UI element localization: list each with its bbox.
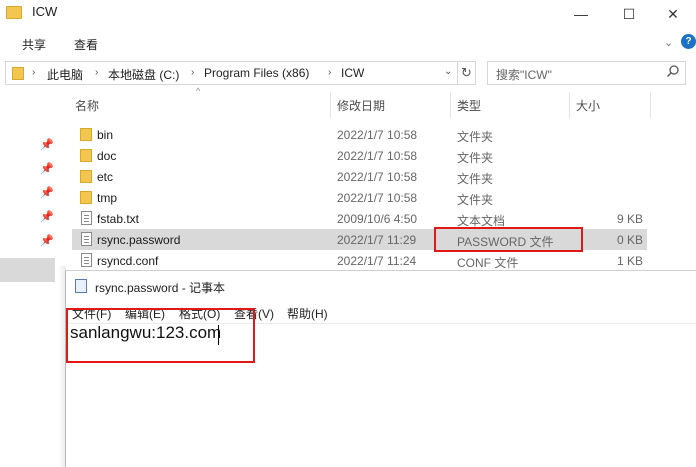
breadcrumb-local-disk[interactable]: 本地磁盘 (C:) bbox=[108, 66, 179, 83]
file-modified: 2022/1/7 10:58 bbox=[337, 149, 418, 163]
maximize-button[interactable]: ☐ bbox=[606, 0, 652, 28]
column-divider[interactable] bbox=[450, 92, 451, 118]
breadcrumb-program-files[interactable]: Program Files (x86) bbox=[204, 66, 309, 80]
file-icon bbox=[81, 232, 92, 246]
help-icon[interactable]: ? bbox=[681, 34, 696, 49]
file-row[interactable]: fstab.txt 2009/10/6 4:50 文本文档 9 KB bbox=[72, 208, 647, 229]
chevron-right-icon: › bbox=[32, 67, 36, 78]
file-name: tmp bbox=[97, 191, 118, 205]
column-header-modified[interactable]: 修改日期 bbox=[337, 97, 385, 114]
menu-help[interactable]: 帮助(H) bbox=[287, 305, 328, 322]
breadcrumb-icw[interactable]: ICW bbox=[341, 66, 364, 80]
highlight-box-type bbox=[434, 227, 583, 252]
pin-icon[interactable]: 📌 bbox=[40, 162, 54, 175]
ribbon-expand-icon[interactable]: ⌄ bbox=[664, 36, 673, 49]
refresh-icon[interactable]: ↻ bbox=[458, 61, 476, 85]
notepad-window bbox=[65, 270, 696, 467]
file-modified: 2022/1/7 10:58 bbox=[337, 170, 418, 184]
folder-icon bbox=[80, 149, 92, 162]
address-dropdown-icon[interactable]: ⌄ bbox=[444, 66, 452, 77]
column-header-name[interactable]: 名称 bbox=[75, 97, 99, 114]
folder-icon bbox=[12, 67, 24, 80]
file-type: 文件夹 bbox=[457, 172, 494, 186]
file-size: 9 KB bbox=[617, 212, 644, 226]
sort-ascending-icon: ^ bbox=[196, 86, 201, 96]
file-row[interactable]: bin 2022/1/7 10:58 文件夹 bbox=[72, 124, 647, 145]
file-modified: 2022/1/7 11:24 bbox=[337, 254, 417, 268]
breadcrumb-this-pc[interactable]: 此电脑 bbox=[47, 66, 83, 83]
file-row[interactable]: rsyncd.conf 2022/1/7 11:24 CONF 文件 1 KB bbox=[72, 250, 647, 271]
notepad-title: rsync.password - 记事本 bbox=[95, 281, 226, 295]
ribbon-tab-view[interactable]: 查看 bbox=[68, 34, 104, 55]
folder-icon bbox=[80, 191, 92, 204]
file-modified: 2022/1/7 10:58 bbox=[337, 128, 418, 142]
chevron-right-icon: › bbox=[191, 67, 195, 78]
pin-icon[interactable]: 📌 bbox=[40, 138, 54, 151]
close-button[interactable]: ✕ bbox=[650, 0, 696, 28]
file-modified: 2022/1/7 10:58 bbox=[337, 191, 418, 205]
highlight-box-content bbox=[66, 308, 255, 363]
window-title: ICW bbox=[32, 4, 58, 19]
pin-icon[interactable]: 📌 bbox=[40, 210, 54, 223]
file-name: fstab.txt bbox=[97, 212, 140, 226]
file-name: bin bbox=[97, 128, 114, 142]
pin-icon[interactable]: 📌 bbox=[40, 186, 54, 199]
chevron-right-icon: › bbox=[328, 67, 332, 78]
column-header-size[interactable]: 大小 bbox=[576, 97, 600, 114]
folder-icon bbox=[80, 128, 92, 141]
text-file-icon bbox=[81, 211, 92, 225]
search-input[interactable]: 搜索"ICW" bbox=[496, 66, 552, 83]
file-name: rsyncd.conf bbox=[97, 254, 159, 268]
minimize-button[interactable]: — bbox=[558, 0, 604, 28]
ribbon-tab-share[interactable]: 共享 bbox=[16, 34, 52, 55]
column-divider[interactable] bbox=[330, 92, 331, 118]
file-modified: 2022/1/7 11:29 bbox=[337, 233, 417, 247]
file-modified: 2009/10/6 4:50 bbox=[337, 212, 418, 226]
column-divider[interactable] bbox=[650, 92, 651, 118]
file-type: 文件夹 bbox=[457, 193, 494, 207]
file-size: 1 KB bbox=[617, 254, 644, 268]
file-row[interactable]: doc 2022/1/7 10:58 文件夹 bbox=[72, 145, 647, 166]
notepad-icon bbox=[75, 279, 87, 293]
file-row[interactable]: etc 2022/1/7 10:58 文件夹 bbox=[72, 166, 647, 187]
folder-icon bbox=[6, 6, 22, 19]
folder-icon bbox=[80, 170, 92, 183]
file-size: 0 KB bbox=[617, 233, 644, 247]
file-icon bbox=[81, 253, 92, 267]
file-name: doc bbox=[97, 149, 117, 163]
column-header-type[interactable]: 类型 bbox=[457, 97, 481, 114]
file-name: etc bbox=[97, 170, 114, 184]
search-icon[interactable] bbox=[666, 64, 680, 78]
file-name: rsync.password bbox=[97, 233, 181, 247]
column-divider[interactable] bbox=[569, 92, 570, 118]
file-row[interactable]: tmp 2022/1/7 10:58 文件夹 bbox=[72, 187, 647, 208]
file-type: CONF 文件 bbox=[457, 256, 519, 270]
nav-pane-selected-item[interactable] bbox=[0, 258, 55, 282]
file-type: 文件夹 bbox=[457, 130, 494, 144]
pin-icon[interactable]: 📌 bbox=[40, 234, 54, 247]
file-type: 文件夹 bbox=[457, 151, 494, 165]
chevron-right-icon: › bbox=[95, 67, 99, 78]
